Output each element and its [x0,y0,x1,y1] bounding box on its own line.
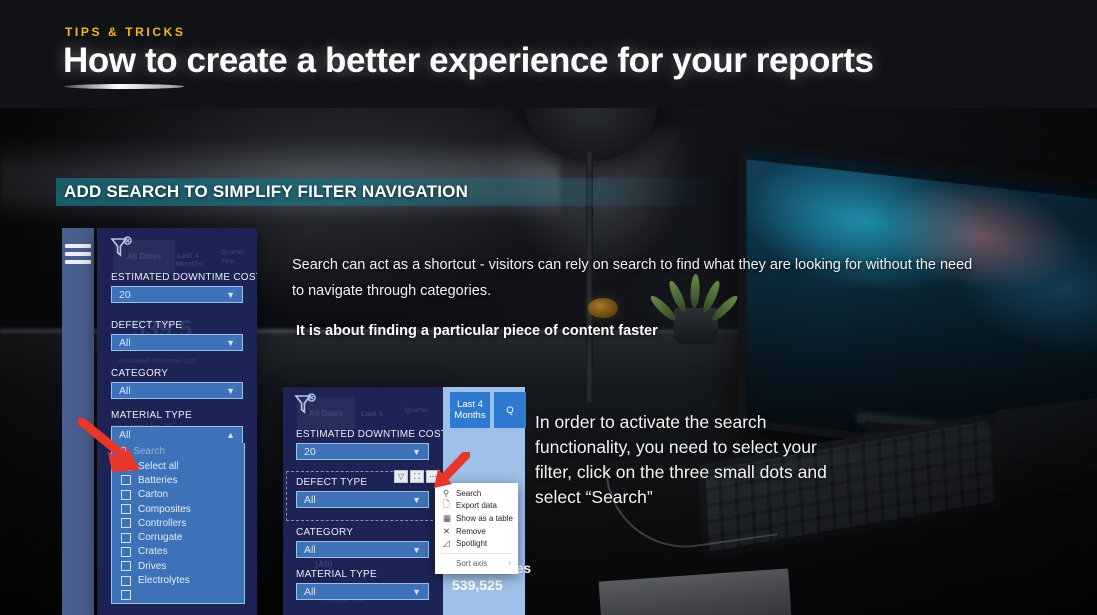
slicer-tile-quarter[interactable]: Q [494,392,526,428]
panel2-kpi-number: 539,525 [452,577,503,593]
chevron-down-icon: ▼ [226,337,235,348]
checkbox[interactable] [121,489,131,500]
chevron-down-icon: ▼ [412,446,421,457]
panel1-filter-dropdown-0[interactable]: 20 ▼ [111,286,243,303]
body-paragraph: Search can act as a shortcut - visitors … [292,257,973,299]
chevron-down-icon: ▼ [226,385,235,396]
menu-item-label: Remove [456,526,486,536]
chevron-right-icon: › [508,559,511,567]
panel1-ghost-label: Quarter [221,249,245,256]
panel2-filter-value-2: All [304,543,316,556]
red-arrow-to-more-options [434,452,470,488]
slicer-tile-label: Q [506,404,514,416]
slicer-tile-last4months[interactable]: Last 4 Months [450,392,490,428]
list-item-label: Electrolytes [138,575,190,587]
red-arrow-to-search-box [78,418,140,472]
focus-mode-icon[interactable]: ⛶ [410,470,424,483]
menu-separator [441,552,512,554]
panel1-filter-value-1: All [119,336,131,349]
panel2-filter-value-3: All [304,585,316,598]
panel1-filter-label-1: DEFECT TYPE [111,320,183,331]
panel1-filter-label-0: ESTIMATED DOWNTIME COST [111,272,257,283]
menu-item-label: Show as a table [456,513,513,523]
checkbox[interactable] [121,546,131,557]
chevron-down-icon: ▼ [226,289,235,300]
right-instruction-text: In order to activate the search function… [535,412,827,507]
list-item[interactable]: Controllers [112,516,244,530]
page-title: How to create a better experience for yo… [63,41,874,80]
panel2-filter-value-1: All [304,493,316,506]
menu-item-export-data[interactable]: 🗋 Export data [435,498,518,513]
panel2-filter-label-0: ESTIMATED DOWNTIME COST [296,429,443,440]
menu-item-sort-axis[interactable]: Sort axis › [435,557,518,570]
menu-item-spotlight[interactable]: ◿ Spotlight [435,537,518,550]
filter-icon[interactable]: ▽ [394,470,408,483]
panel2-ghost-label: Quarter [405,407,429,414]
panel1-ghost-text: estimated downtime cost [119,358,197,365]
list-item[interactable]: Electrolytes [112,573,244,587]
panel2-filter-dropdown-1[interactable]: All ▼ [296,491,429,508]
list-item-label: Corrugate [138,532,183,544]
filter-clear-icon[interactable] [109,236,135,260]
checkbox[interactable] [121,589,131,600]
export-data-icon: 🗋 [443,498,450,509]
panel1-filter-value-0: 20 [119,288,131,301]
list-item-label: Composites [138,503,191,515]
panel2-filter-dropdown-3[interactable]: All ▼ [296,583,429,600]
panel2-filter-value-0: 20 [304,445,316,458]
checkbox[interactable] [121,561,131,572]
section-banner-label: ADD SEARCH TO SIMPLIFY FILTER NAVIGATION [64,182,469,201]
panel1-option-list[interactable]: Select all Batteries Carton Composites C… [111,459,245,604]
list-item-label: Drives [138,560,167,572]
checkbox[interactable] [121,532,131,543]
panel1-filter-value-2: All [119,384,131,397]
panel2-ghost-label: Last 4 [361,409,383,418]
filter-clear-icon[interactable] [293,393,319,417]
menu-item-label: Export data [456,501,497,511]
slicer-tile-label: Last 4 Months [454,399,486,421]
menu-item-show-as-table[interactable]: ▦ Show as a table [435,512,518,525]
list-item[interactable]: Corrugate [112,530,244,544]
list-item[interactable]: Composites [112,502,244,516]
list-item[interactable]: Carton [112,488,244,502]
panel1-ghost-label: Year [221,258,235,265]
panel2-filter-dropdown-0[interactable]: 20 ▼ [296,443,429,460]
list-item[interactable] [112,588,244,602]
menu-item-label: Spotlight [456,539,488,549]
list-item[interactable]: Crates [112,545,244,559]
panel2-filter-pane: All Dates Last 4 Quarter estimated downt… [283,387,443,615]
list-item-label: Carton [138,489,169,501]
checkbox[interactable] [121,575,131,586]
body-emphasis: It is about finding a particular piece o… [296,323,658,339]
chevron-up-icon: ▲ [226,430,235,440]
hamburger-icon[interactable] [65,244,91,264]
table-icon: ▦ [443,512,452,523]
spotlight-icon: ◿ [443,538,450,549]
chevron-down-icon: ▼ [412,544,421,555]
panel2-filter-label-2: CATEGORY [296,527,354,538]
menu-item-remove[interactable]: ✕ Remove [435,525,518,538]
checkbox[interactable] [121,518,131,529]
panel2-ghost-text: (All) [315,559,333,569]
chevron-down-icon: ▼ [412,494,421,505]
list-item-label: Controllers [138,517,187,529]
panel2-filter-label-1: DEFECT TYPE [296,477,368,488]
menu-item-label: Sort axis [456,558,488,568]
panel1-filter-dropdown-2[interactable]: All ▼ [111,382,243,399]
list-item-label: Crates [138,546,168,558]
kicker-label: TIPS & TRICKS [65,25,186,39]
chevron-down-icon: ▼ [412,586,421,597]
title-underline [64,84,184,89]
context-menu[interactable]: ⚲ Search 🗋 Export data ▦ Show as a table… [435,483,518,574]
panel1-filter-label-2: CATEGORY [111,368,169,379]
panel1-ghost-label: Months [176,259,203,268]
checkbox[interactable] [121,504,131,515]
remove-x-icon: ✕ [443,525,451,536]
slide-canvas: TIPS & TRICKS How to create a better exp… [0,0,1097,615]
list-item[interactable]: Drives [112,559,244,573]
panel1-filter-dropdown-1[interactable]: All ▼ [111,334,243,351]
panel2-filter-dropdown-2[interactable]: All ▼ [296,541,429,558]
panel2-filter-label-3: MATERIAL TYPE [296,569,377,580]
